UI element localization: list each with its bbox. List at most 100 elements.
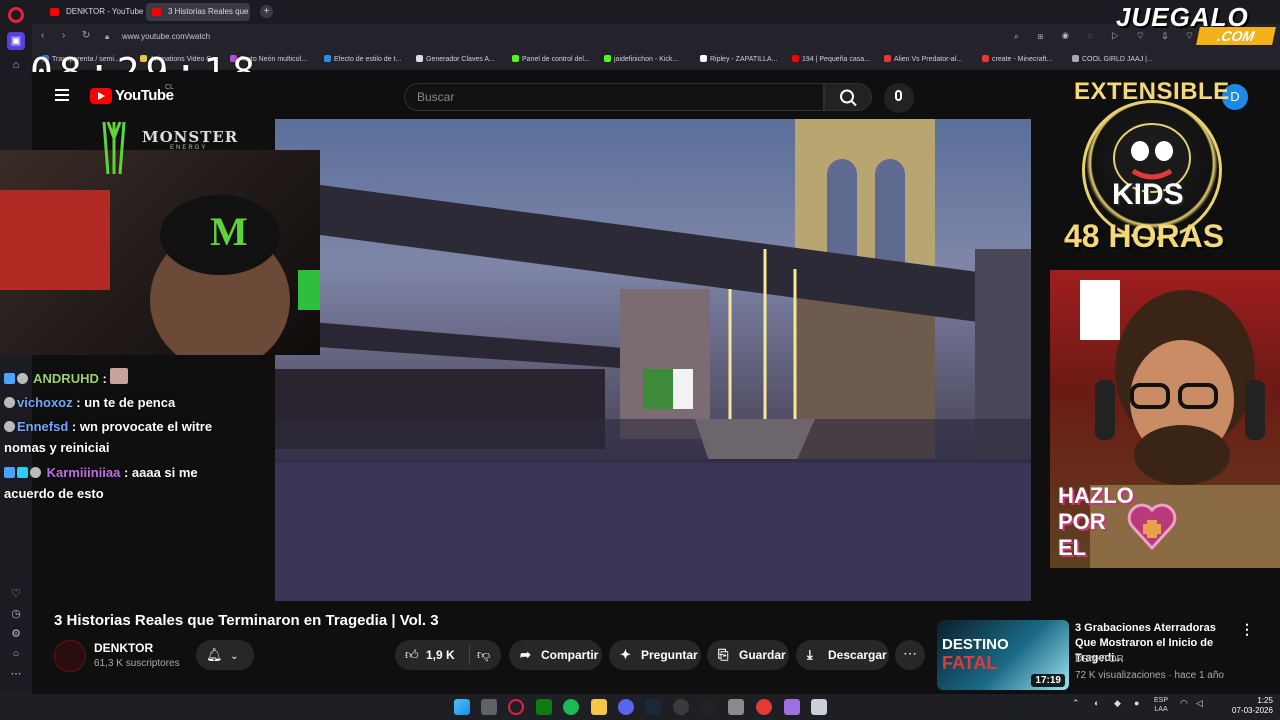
bookmark-favicon-icon bbox=[884, 55, 891, 62]
bookmark-item[interactable]: create - Minecraft... bbox=[982, 55, 1052, 63]
search-input[interactable]: Buscar bbox=[404, 83, 824, 111]
wifi-icon[interactable]: ◠ bbox=[1180, 698, 1188, 709]
bookmark-favicon-icon bbox=[512, 55, 519, 62]
discord-icon[interactable] bbox=[618, 699, 634, 715]
capcut-icon[interactable] bbox=[700, 699, 716, 715]
chat-message: vichoxoz : un te de penca bbox=[4, 392, 175, 413]
opera-logo-icon[interactable] bbox=[8, 7, 24, 23]
bookmark-favicon-icon bbox=[982, 55, 989, 62]
tray-app-icon[interactable]: ◆ bbox=[1114, 698, 1121, 709]
bookmark-item[interactable]: Generador Claves A... bbox=[416, 55, 495, 63]
spotify-icon[interactable] bbox=[563, 699, 579, 715]
screen: ▣ ⌂ ♡ ◷ ⚙ ○ ⋯ DENKTOR - YouTube 3 Histor… bbox=[0, 0, 1280, 720]
windows-start-icon[interactable] bbox=[454, 699, 470, 715]
ask-button[interactable]: ✦ Preguntar bbox=[609, 640, 701, 670]
like-count[interactable]: 1,9 K bbox=[426, 648, 455, 662]
share-button[interactable]: ➦ Compartir bbox=[509, 640, 602, 670]
obs-icon[interactable] bbox=[673, 699, 689, 715]
bookmark-item[interactable]: Efecto de estilo de t... bbox=[324, 55, 401, 63]
reload-icon[interactable]: ↻ bbox=[82, 30, 90, 41]
bookmark-item[interactable]: jaidefinichon - Kick... bbox=[604, 55, 678, 63]
bookmark-favicon-icon bbox=[700, 55, 707, 62]
tab-bar: DENKTOR - YouTube 3 Historias Reales que… bbox=[32, 0, 1280, 24]
emote-icon bbox=[110, 368, 129, 384]
streamer-webcam: M bbox=[0, 150, 320, 370]
task-view-icon[interactable] bbox=[481, 699, 497, 715]
bookmark-item[interactable]: Alien Vs Predator-al... bbox=[884, 55, 962, 63]
tab-denktor[interactable]: DENKTOR - YouTube bbox=[44, 3, 144, 21]
bookmark-item[interactable]: Panel de control del... bbox=[512, 55, 590, 63]
sub-badge-icon bbox=[4, 373, 15, 384]
language-indicator[interactable]: ESP LAA bbox=[1154, 696, 1168, 714]
workspace-icon[interactable]: ▣ bbox=[7, 32, 25, 50]
tray-app-icon[interactable]: ◐ bbox=[1094, 698, 1099, 708]
chat-text: un te de penca bbox=[84, 395, 176, 410]
recommendation-thumbnail[interactable]: DESTINO FATAL 17:19 bbox=[937, 620, 1069, 690]
share-icon: ➦ bbox=[520, 647, 531, 662]
gem-badge-icon bbox=[17, 467, 28, 478]
opera-taskbar-icon[interactable] bbox=[508, 699, 524, 715]
new-tab-button[interactable]: + bbox=[260, 5, 273, 18]
dislike-icon[interactable]: 👎︎ bbox=[477, 647, 490, 663]
bookmark-item[interactable]: COOL GIRLD JAAJ |... bbox=[1072, 55, 1153, 63]
system-clock[interactable]: 1:25 07-03-2026 bbox=[1232, 696, 1273, 716]
channel-avatar[interactable] bbox=[54, 640, 86, 672]
recommendation-menu-icon[interactable]: ⋮ bbox=[1240, 620, 1254, 638]
bookmark-label: COOL GIRLD JAAJ |... bbox=[1082, 56, 1153, 63]
voice-search-button[interactable] bbox=[884, 83, 914, 113]
forward-arrow-icon[interactable]: › bbox=[62, 30, 65, 41]
steam-icon[interactable] bbox=[645, 699, 661, 715]
sub-badge-icon bbox=[4, 467, 15, 478]
video-player[interactable] bbox=[275, 119, 1031, 601]
tray-chevron-icon[interactable]: ⌃ bbox=[1072, 698, 1080, 709]
heart-icon[interactable]: ♡ bbox=[7, 585, 25, 603]
tray-app-icon[interactable]: ● bbox=[1134, 698, 1139, 708]
bookmark-label: jaidefinichon - Kick... bbox=[614, 56, 679, 63]
lock-icon: 🔒︎ bbox=[105, 32, 110, 41]
chrome-icon[interactable] bbox=[756, 699, 772, 715]
bookmark-item[interactable]: 194 | Pequeña casa... bbox=[792, 55, 870, 63]
file-explorer-icon[interactable] bbox=[591, 699, 607, 715]
pin-icon[interactable]: ⌂ bbox=[7, 56, 25, 74]
search-button[interactable] bbox=[824, 83, 872, 111]
lightbulb-icon[interactable]: ○ bbox=[7, 645, 25, 663]
notepad-icon[interactable] bbox=[811, 699, 827, 715]
recommendation-channel[interactable]: DENKTOR bbox=[1075, 654, 1124, 665]
minecraft-icon[interactable] bbox=[728, 699, 744, 715]
search-icon bbox=[840, 89, 857, 107]
heart-icon bbox=[1127, 503, 1177, 551]
app-icon[interactable] bbox=[784, 699, 800, 715]
bookmark-label: Ripley - ZAPATILLA... bbox=[710, 56, 778, 63]
settings-gear-icon[interactable]: ⚙ bbox=[7, 625, 25, 643]
menu-icon[interactable] bbox=[55, 89, 69, 101]
bookmark-favicon-icon bbox=[1072, 55, 1079, 62]
bookmark-favicon-icon bbox=[604, 55, 611, 62]
ask-label: Preguntar bbox=[641, 648, 698, 662]
youtube-logo-icon[interactable] bbox=[90, 88, 112, 104]
more-actions-button[interactable]: ⋯ bbox=[895, 640, 925, 670]
kids-mascot-icon bbox=[1113, 123, 1191, 193]
back-arrow-icon[interactable]: ‹ bbox=[41, 30, 44, 41]
url-field[interactable]: www.youtube.com/watch bbox=[122, 32, 210, 41]
share-label: Compartir bbox=[541, 648, 599, 662]
volume-icon[interactable]: ◁ bbox=[1196, 698, 1203, 709]
tab-active-video[interactable]: 3 Historias Reales que bbox=[146, 3, 250, 21]
windows-taskbar: ⌃ ◐ ◆ ● ESP LAA ◠ ◁ 1:25 07-03-2026 bbox=[0, 694, 1280, 720]
divider bbox=[469, 645, 470, 665]
history-icon[interactable]: ◷ bbox=[7, 605, 25, 623]
xbox-icon[interactable] bbox=[536, 699, 552, 715]
stream-chat: ANDRUHD : vichoxoz : un te de penca Enne… bbox=[0, 366, 274, 506]
bookmark-item[interactable]: Ripley - ZAPATILLA... bbox=[700, 55, 777, 63]
download-icon: ⤓ bbox=[807, 647, 813, 662]
like-icon[interactable]: 👍︎ bbox=[405, 647, 419, 663]
more-dots-icon[interactable]: ⋯ bbox=[7, 665, 25, 683]
subscription-bell-button[interactable]: 🔔︎ ⌄ bbox=[196, 640, 254, 670]
save-button[interactable]: ⎘ Guardar bbox=[707, 640, 789, 670]
chat-message: Ennefsd : wn provocate el witre nomas y … bbox=[4, 419, 213, 455]
channel-name[interactable]: DENKTOR bbox=[94, 641, 153, 655]
hazlo-word: HAZLO bbox=[1058, 483, 1134, 508]
language-layout: LAA bbox=[1154, 706, 1168, 713]
download-button[interactable]: ⤓ Descargar bbox=[796, 640, 889, 670]
thumbnail-line-1: DESTINO bbox=[942, 636, 1009, 653]
video-duration: 17:19 bbox=[1031, 674, 1065, 687]
